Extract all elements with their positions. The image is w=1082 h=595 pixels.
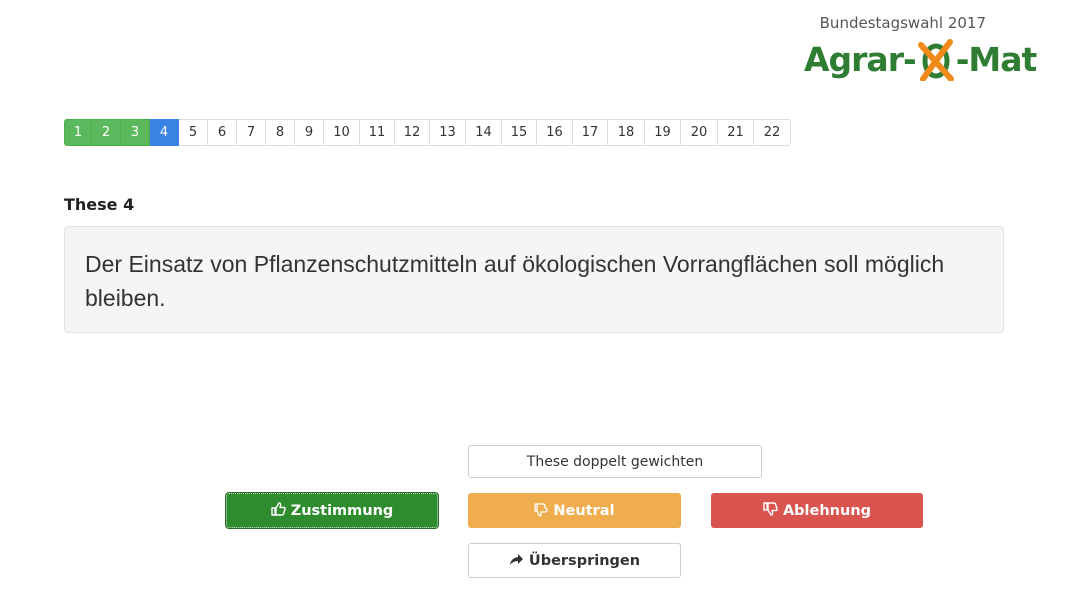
page-11[interactable]: 11 <box>360 119 395 146</box>
page-5[interactable]: 5 <box>179 119 208 146</box>
agrar-o-mat-logo: Bundestagswahl 2017 Agrar- -Mat <box>800 12 1037 92</box>
page-16[interactable]: 16 <box>537 119 573 146</box>
logo-subtitle: Bundestagswahl 2017 <box>819 14 986 32</box>
neutral-button[interactable]: Neutral <box>468 493 681 528</box>
page-4[interactable]: 4 <box>150 119 179 146</box>
page-22[interactable]: 22 <box>754 119 791 146</box>
page-8[interactable]: 8 <box>266 119 295 146</box>
logo-cross-circle-icon <box>917 39 955 81</box>
agree-label: Zustimmung <box>290 502 394 519</box>
page-20[interactable]: 20 <box>681 119 718 146</box>
page-2[interactable]: 2 <box>92 119 121 146</box>
thesis-panel: Der Einsatz von Pflanzenschutzmitteln au… <box>64 226 1004 333</box>
page-21[interactable]: 21 <box>718 119 754 146</box>
page-6[interactable]: 6 <box>208 119 237 146</box>
agree-button[interactable]: Zustimmung <box>226 493 438 528</box>
page-12[interactable]: 12 <box>395 119 430 146</box>
thumbs-down-icon <box>763 502 778 519</box>
thumbs-sideways-icon <box>534 502 549 520</box>
logo-title-right: -Mat <box>955 39 1038 79</box>
logo-title-left: Agrar- <box>804 39 917 79</box>
page-10[interactable]: 10 <box>324 119 360 146</box>
disagree-label: Ablehnung <box>782 502 872 519</box>
thesis-heading: These 4 <box>64 195 135 214</box>
page-3[interactable]: 3 <box>121 119 150 146</box>
double-weight-label: These doppelt gewichten <box>526 453 704 470</box>
page-18[interactable]: 18 <box>608 119 645 146</box>
page-1[interactable]: 1 <box>64 119 92 146</box>
page-13[interactable]: 13 <box>430 119 466 146</box>
share-arrow-icon <box>509 553 524 569</box>
page-15[interactable]: 15 <box>502 119 537 146</box>
page-19[interactable]: 19 <box>645 119 681 146</box>
page-17[interactable]: 17 <box>573 119 608 146</box>
thesis-pagination: 1 2 3 4 5 6 7 8 9 10 11 12 13 14 15 16 1… <box>64 119 791 146</box>
page-14[interactable]: 14 <box>466 119 502 146</box>
skip-label: Überspringen <box>528 552 641 569</box>
double-weight-button[interactable]: These doppelt gewichten <box>468 445 762 478</box>
logo-title: Agrar- -Mat <box>804 39 1038 81</box>
skip-button[interactable]: Überspringen <box>468 543 681 578</box>
page-7[interactable]: 7 <box>237 119 266 146</box>
page-9[interactable]: 9 <box>295 119 324 146</box>
thesis-statement: Der Einsatz von Pflanzenschutzmitteln au… <box>85 251 945 311</box>
thumbs-up-icon <box>270 502 286 519</box>
disagree-button[interactable]: Ablehnung <box>711 493 923 528</box>
neutral-label: Neutral <box>553 502 615 519</box>
